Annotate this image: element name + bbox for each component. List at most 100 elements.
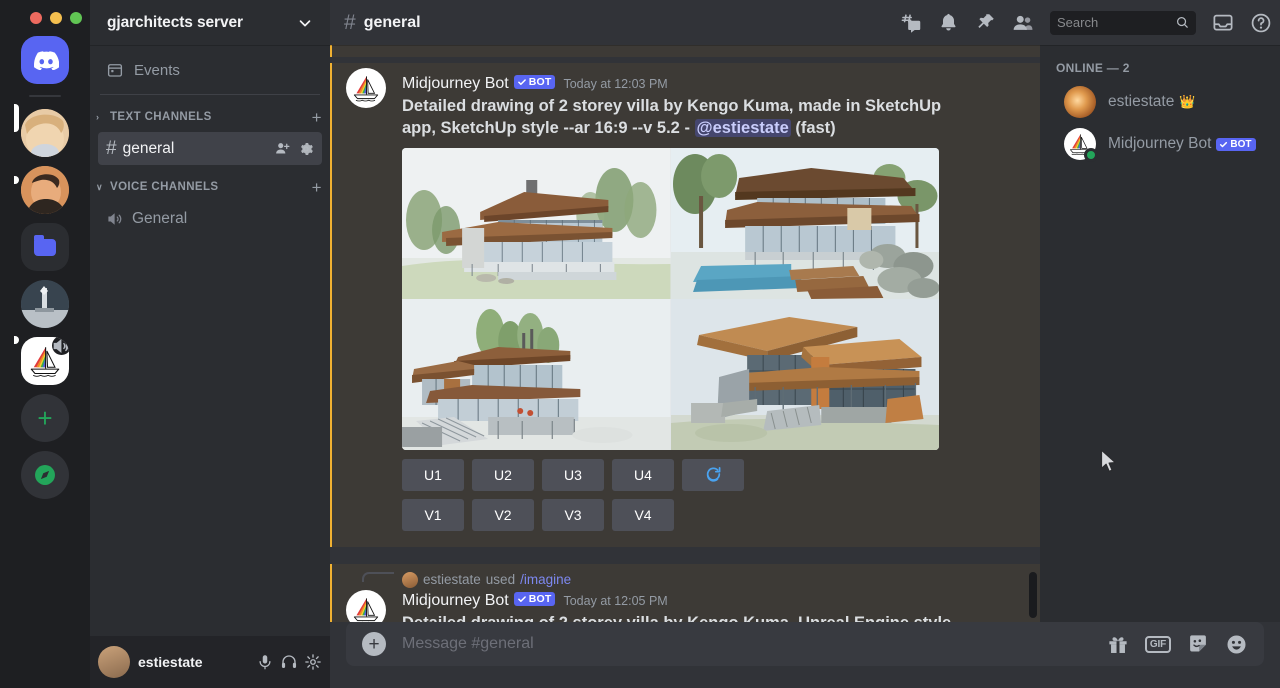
- button-u1[interactable]: U1: [402, 459, 464, 491]
- verified-check-icon: [1219, 140, 1228, 149]
- discord-home-icon: [32, 51, 59, 70]
- composer-icons: GIF: [1107, 633, 1248, 656]
- button-u3[interactable]: U3: [542, 459, 604, 491]
- server-rail-item-photo-1[interactable]: [21, 109, 69, 157]
- member-row-estiestate[interactable]: estiestate 👑: [1056, 81, 1272, 123]
- calendar-icon: [106, 61, 124, 79]
- message-text: Detailed drawing of 2 storey villa by Ke…: [402, 93, 977, 140]
- slash-command-link[interactable]: /imagine: [520, 572, 571, 587]
- settings-gear-icon[interactable]: [304, 653, 322, 671]
- create-channel-button[interactable]: +: [312, 109, 322, 126]
- microphone-icon[interactable]: [256, 653, 274, 671]
- image-tile-1[interactable]: [402, 148, 671, 299]
- button-u2[interactable]: U2: [472, 459, 534, 491]
- message-text-status: (fast): [791, 119, 836, 137]
- hash-icon: #: [344, 11, 356, 35]
- explore-servers-button[interactable]: [21, 451, 69, 499]
- button-v4[interactable]: V4: [612, 499, 674, 531]
- headphones-icon[interactable]: [280, 653, 298, 671]
- avatar[interactable]: [1064, 128, 1096, 160]
- minimize-button[interactable]: [50, 12, 62, 24]
- avatar[interactable]: [1064, 86, 1096, 118]
- button-v1[interactable]: V1: [402, 499, 464, 531]
- sticker-icon[interactable]: [1187, 633, 1209, 655]
- category-text-channels[interactable]: › TEXT CHANNELS +: [90, 103, 330, 131]
- button-u4[interactable]: U4: [612, 459, 674, 491]
- image-tile-2[interactable]: [671, 148, 940, 299]
- category-label: TEXT CHANNELS: [110, 111, 212, 123]
- message-text-sep: -: [680, 119, 695, 137]
- top-bar-actions: Search: [900, 11, 1272, 35]
- content-area: Midjourney Bot BOT Today at 12:03 PM Det…: [330, 45, 1280, 622]
- pin-icon[interactable]: [975, 12, 996, 33]
- avatar[interactable]: [402, 572, 418, 588]
- message-scrollbar[interactable]: [1031, 45, 1039, 622]
- bot-badge-label: BOT: [529, 76, 552, 88]
- server-rail-item-midjourney[interactable]: [21, 337, 69, 385]
- add-server-button[interactable]: +: [21, 394, 69, 442]
- active-server-pill: [14, 104, 19, 132]
- server-header[interactable]: gjarchitects server: [90, 0, 330, 45]
- inbox-icon[interactable]: [1212, 12, 1234, 34]
- server-rail-item-home[interactable]: [21, 36, 69, 84]
- maximize-button[interactable]: [70, 12, 82, 24]
- button-v3[interactable]: V3: [542, 499, 604, 531]
- sidebar-item-events[interactable]: Events: [98, 54, 322, 86]
- members-icon[interactable]: [1012, 12, 1034, 34]
- user-panel[interactable]: estiestate: [90, 636, 330, 688]
- bot-badge-label: BOT: [529, 593, 552, 605]
- close-button[interactable]: [30, 12, 42, 24]
- hash-icon: #: [106, 138, 117, 160]
- message-input[interactable]: Message #general: [402, 635, 1091, 653]
- sidebar-channel-general[interactable]: # general: [98, 132, 322, 165]
- invite-icon[interactable]: [274, 140, 291, 157]
- image-tile-4[interactable]: [671, 299, 940, 450]
- gift-icon[interactable]: [1107, 633, 1129, 655]
- discord-window: + gjarchitects server Events: [0, 0, 1280, 688]
- gear-icon[interactable]: [298, 141, 314, 157]
- bot-badge-label: BOT: [1230, 139, 1251, 150]
- message-composer[interactable]: + Message #general GIF: [346, 622, 1264, 666]
- button-v2[interactable]: V2: [472, 499, 534, 531]
- threads-icon[interactable]: [900, 12, 922, 34]
- server-rail-item-space[interactable]: [21, 280, 69, 328]
- button-reroll[interactable]: [682, 459, 744, 491]
- search-icon: [1175, 15, 1190, 30]
- rail-divider: [29, 95, 61, 97]
- create-channel-button[interactable]: +: [312, 179, 322, 196]
- category-label: VOICE CHANNELS: [110, 181, 218, 193]
- chevron-down-icon: [296, 14, 314, 32]
- avatar[interactable]: [346, 590, 386, 622]
- avatar[interactable]: [346, 68, 386, 108]
- command-verb: used: [486, 572, 515, 587]
- message-author[interactable]: Midjourney Bot: [402, 592, 509, 610]
- category-voice-channels[interactable]: ∨ VOICE CHANNELS +: [90, 173, 330, 201]
- channel-name: General: [132, 210, 314, 228]
- server-rail-item-photo-2[interactable]: [21, 166, 69, 214]
- message: estiestate used /imagine: [330, 564, 1040, 622]
- midjourney-sailboat-icon: [349, 593, 383, 622]
- attach-button[interactable]: +: [362, 632, 386, 656]
- message-author[interactable]: Midjourney Bot: [402, 75, 509, 93]
- message-timestamp: Today at 12:03 PM: [563, 77, 667, 91]
- variation-button-row: V1 V2 V3 V4: [402, 499, 992, 531]
- villa-sketch-1: [402, 148, 671, 299]
- help-icon[interactable]: [1250, 12, 1272, 34]
- bot-badge: BOT: [514, 592, 556, 606]
- avatar[interactable]: [98, 646, 130, 678]
- speaker-icon: [52, 337, 69, 366]
- image-tile-3[interactable]: [402, 299, 671, 450]
- gif-icon[interactable]: GIF: [1145, 636, 1171, 653]
- bell-icon[interactable]: [938, 12, 959, 33]
- member-row-midjourney-bot[interactable]: Midjourney Bot BOT: [1056, 123, 1272, 165]
- sidebar-channel-general-voice[interactable]: General: [98, 202, 322, 235]
- command-user[interactable]: estiestate: [423, 572, 481, 587]
- message-attachment-image-grid[interactable]: [402, 148, 939, 450]
- message-scrollbar-thumb[interactable]: [1029, 572, 1037, 618]
- server-rail-item-folder[interactable]: [21, 223, 69, 271]
- window-controls[interactable]: [30, 12, 82, 24]
- search-input[interactable]: Search: [1050, 11, 1196, 35]
- emoji-icon[interactable]: [1225, 633, 1248, 656]
- mention-estiestate[interactable]: @estiestate: [695, 119, 791, 137]
- channel-sidebar: gjarchitects server Events › TEXT CHANNE…: [90, 0, 330, 688]
